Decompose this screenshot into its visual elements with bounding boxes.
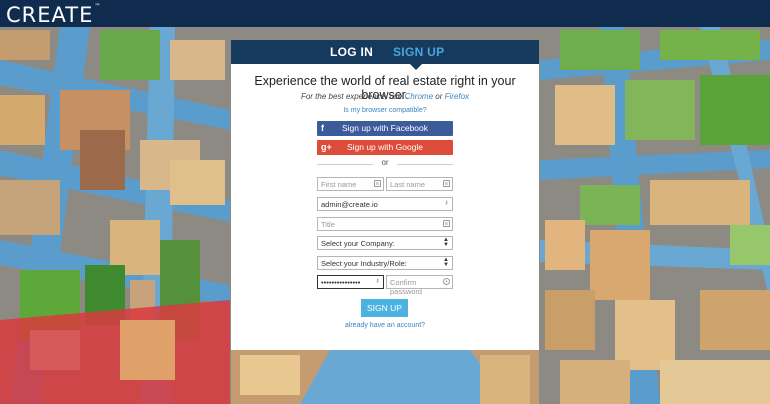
auth-panel: LOG IN SIGN UP Experience the world of r… [231,40,539,350]
have-account-link[interactable]: already have an account? [231,322,539,329]
key-icon: • [443,278,450,285]
browser-note-or: or [435,92,443,101]
confirm-password-placeholder: Confirm password [390,278,423,296]
tab-signup[interactable]: SIGN UP [393,45,444,59]
logo-text: CREATE [6,3,94,27]
password-field[interactable]: ••••••••••••••• ⚷ [317,275,384,289]
last-name-placeholder: Last name [390,180,426,189]
tab-login[interactable]: LOG IN [330,45,373,59]
google-signup-button[interactable]: g+ Sign up with Google [317,140,453,155]
key-icon: ⚷ [375,278,380,284]
company-select-value: Select your Company: [321,239,395,248]
industry-select-value: Select your Industry/Role: [321,259,407,268]
title-field[interactable]: Title ≡ [317,217,453,231]
password-value: ••••••••••••••• [321,278,361,287]
signup-submit-button[interactable]: SIGN UP [361,299,408,317]
contact-card-icon: ≡ [443,220,450,227]
auth-tabs: LOG IN SIGN UP [231,40,539,64]
facebook-signup-button[interactable]: f Sign up with Facebook [317,121,453,136]
facebook-signup-label: Sign up with Facebook [342,123,428,133]
contact-card-icon: ≡ [374,180,381,187]
select-arrows-icon: ▲ ▼ [443,237,449,248]
or-text: or [381,158,389,167]
last-name-field[interactable]: Last name ≡ [386,177,453,191]
firefox-link[interactable]: Firefox [445,92,469,101]
browser-note: For the best experience, use Chrome or F… [231,92,539,101]
create-logo[interactable]: CREATE™ [6,3,101,27]
select-arrows-icon: ▲ ▼ [443,257,449,268]
confirm-password-field[interactable]: Confirm password • [386,275,453,296]
browser-compatible-link[interactable]: Is my browser compatible? [231,107,539,114]
industry-select[interactable]: Select your Industry/Role: ▲ ▼ [317,256,453,270]
company-select[interactable]: Select your Company: ▲ ▼ [317,236,453,250]
email-field[interactable]: admin@create.io ⚷ [317,197,453,211]
first-name-placeholder: First name [321,180,357,189]
contact-card-icon: ≡ [443,180,450,187]
first-name-field[interactable]: First name ≡ [317,177,384,191]
title-placeholder: Title [321,220,335,229]
chrome-link[interactable]: Chrome [405,92,433,101]
browser-note-prefix: For the best experience, use [300,92,403,101]
active-tab-caret [410,64,422,70]
top-navbar: CREATE™ [0,0,770,27]
divider-line-right [397,164,453,165]
or-divider: or [317,158,453,168]
email-value: admin@create.io [321,200,378,209]
logo-trademark: ™ [94,3,102,10]
key-icon: ⚷ [444,200,449,206]
google-signup-label: Sign up with Google [346,142,424,152]
